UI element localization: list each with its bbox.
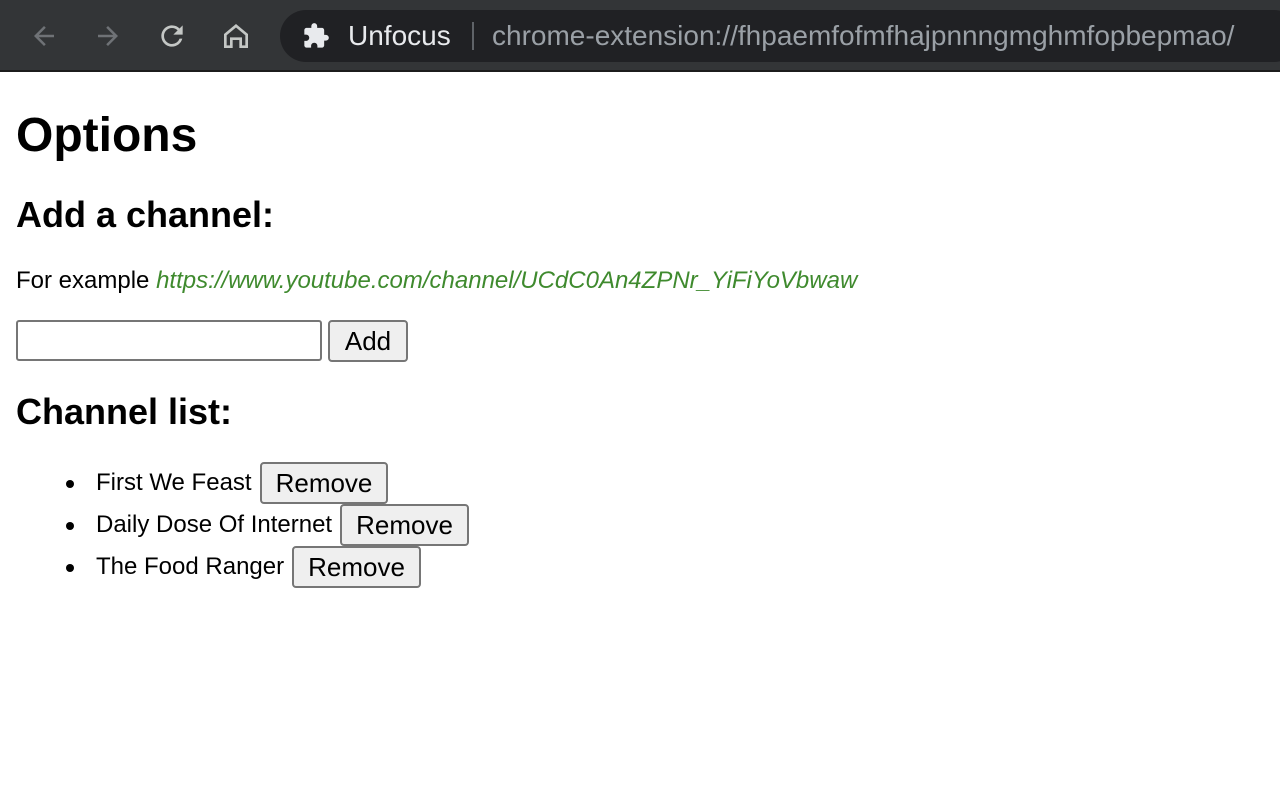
page-title: Options <box>16 109 198 162</box>
address-separator <box>472 22 474 50</box>
browser-toolbar: Unfocus chrome-extension://fhpaemfofmfha… <box>0 0 1280 72</box>
remove-button[interactable]: Remove <box>292 546 421 588</box>
back-button[interactable] <box>22 14 66 58</box>
example-text: For example https://www.youtube.com/chan… <box>16 266 857 296</box>
puzzle-piece-icon <box>304 23 329 48</box>
channel-url-input[interactable] <box>16 320 322 361</box>
reload-icon <box>161 25 183 47</box>
arrow-left-icon <box>34 26 54 46</box>
add-channel-heading: Add a channel: <box>16 194 275 235</box>
arrow-right-icon <box>98 26 118 46</box>
extension-name: Unfocus <box>348 20 451 51</box>
example-prefix: For example <box>16 267 150 294</box>
reload-button[interactable] <box>150 14 194 58</box>
url-text[interactable]: chrome-extension://fhpaemfofmfhajpnnngmg… <box>492 21 1234 51</box>
channel-name: First We Feast <box>96 469 252 496</box>
home-button[interactable] <box>214 14 258 58</box>
example-link[interactable]: https://www.youtube.com/channel/UCdC0An4… <box>156 267 857 294</box>
remove-button[interactable]: Remove <box>340 504 469 546</box>
channel-name: The Food Ranger <box>96 553 285 580</box>
home-icon <box>224 24 248 48</box>
bullet <box>66 480 74 488</box>
forward-button[interactable] <box>86 14 130 58</box>
address-bar[interactable]: Unfocus chrome-extension://fhpaemfofmfha… <box>280 10 1280 62</box>
channel-list-heading: Channel list: <box>16 391 233 432</box>
bullet <box>66 564 74 572</box>
channel-name: Daily Dose Of Internet <box>96 511 333 538</box>
bullet <box>66 522 74 530</box>
add-button[interactable]: Add <box>328 320 408 362</box>
remove-button[interactable]: Remove <box>259 462 389 504</box>
